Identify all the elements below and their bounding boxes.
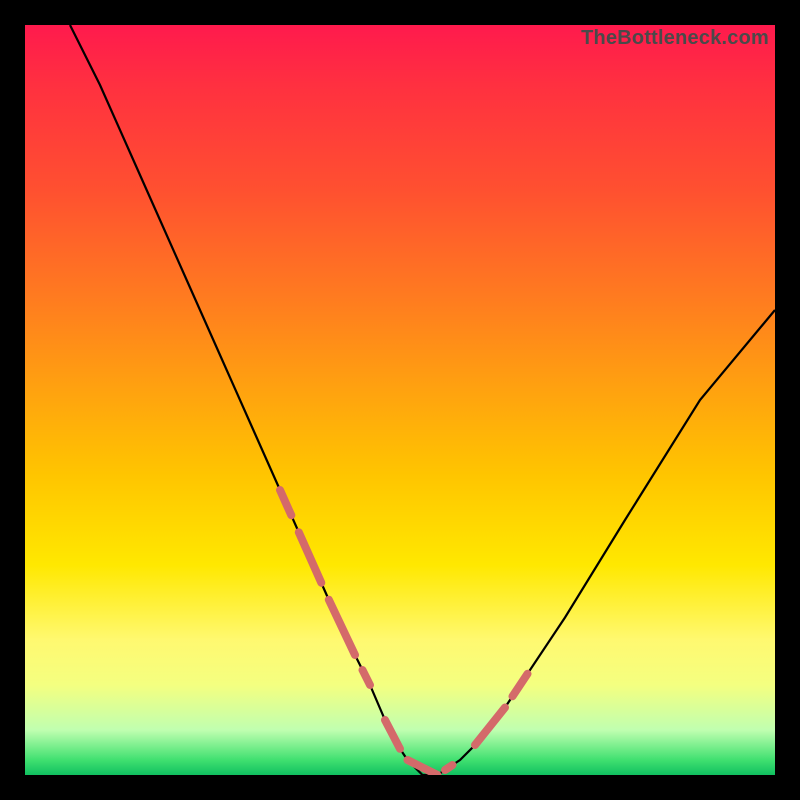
curve-path <box>70 25 775 775</box>
dash-segment <box>280 490 291 515</box>
bottleneck-curve-line <box>70 25 775 775</box>
dash-segment <box>363 670 371 685</box>
chart-svg <box>25 25 775 775</box>
dash-segment <box>445 765 453 770</box>
dash-segment <box>385 720 400 749</box>
chart-frame: TheBottleneck.com <box>25 25 775 775</box>
dash-segment <box>329 600 355 655</box>
dash-segment <box>299 532 322 583</box>
dash-segment <box>408 760 438 775</box>
dash-segment <box>475 708 505 746</box>
dash-segment <box>513 674 528 697</box>
dash-markers <box>280 490 528 775</box>
